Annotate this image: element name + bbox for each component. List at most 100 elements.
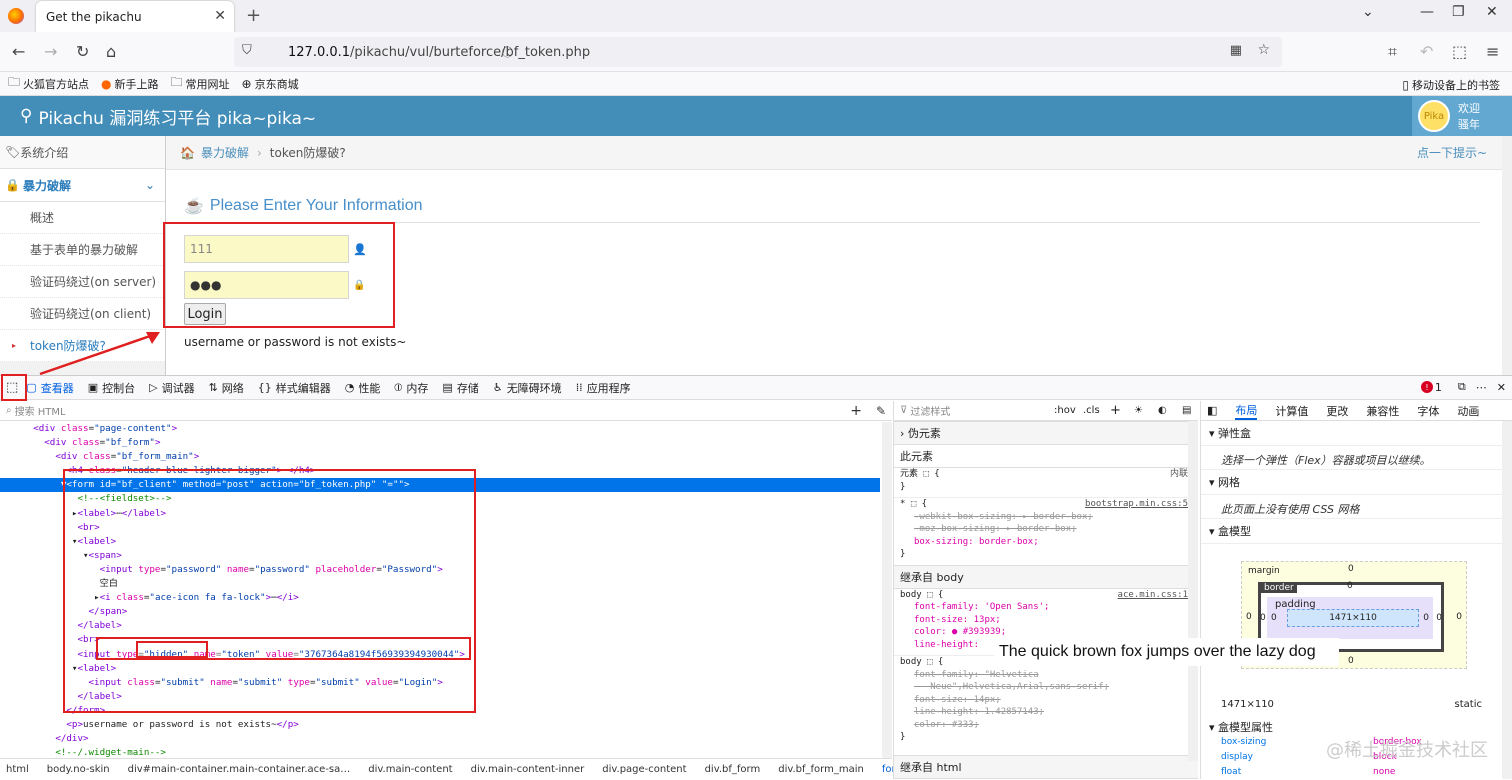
light-mode-icon[interactable]: ☀ bbox=[1134, 405, 1143, 416]
caret-down-icon: ▾ bbox=[1209, 525, 1219, 538]
add-node-icon[interactable]: + bbox=[850, 403, 862, 419]
tab-application[interactable]: ⁞⁞ 应用程序 bbox=[576, 380, 631, 396]
console-icon: ▣ bbox=[87, 381, 99, 394]
dark-mode-icon[interactable]: ◐ bbox=[1158, 405, 1167, 416]
markup-line[interactable]: <div class="page-content"> bbox=[0, 422, 880, 436]
tab-style-editor[interactable]: {} 样式编辑器 bbox=[258, 380, 331, 396]
tab-inspector[interactable]: ▢ 查看器 bbox=[26, 380, 73, 396]
css-declaration[interactable]: font-size: 13px; bbox=[894, 614, 1198, 627]
box-prop-name: box-sizing bbox=[1221, 737, 1267, 747]
add-rule-icon[interactable]: + bbox=[1110, 403, 1121, 418]
html-search-input[interactable]: 搜索 HTML bbox=[15, 403, 66, 418]
rule-close: } bbox=[900, 481, 906, 492]
node-breadcrumb-item[interactable]: div.main-content bbox=[368, 764, 452, 775]
border-right-value[interactable]: 0 bbox=[1436, 613, 1442, 623]
tab-computed[interactable]: 计算值 bbox=[1275, 403, 1308, 419]
node-breadcrumb-item[interactable]: div.main-content-inner bbox=[471, 764, 585, 775]
element-rule[interactable]: 元素 ⬚ {内联 bbox=[894, 468, 1198, 481]
border-label: border bbox=[1261, 583, 1297, 593]
inherited-html-title: 继承自 html bbox=[894, 755, 1198, 779]
filter-styles[interactable]: ⊽ 过滤样式 :hov .cls + ☀ ◐ ▤ bbox=[894, 401, 1198, 421]
content-box[interactable]: 1471×110 bbox=[1287, 609, 1419, 627]
body-rule[interactable]: body ⬚ {ace.min.css:1 bbox=[894, 589, 1198, 602]
close-devtools-icon[interactable]: ✕ bbox=[1497, 381, 1506, 394]
node-breadcrumb-item[interactable]: div.bf_form bbox=[705, 764, 761, 775]
css-declaration[interactable]: font-size: 14px; bbox=[894, 694, 1198, 707]
rule-source-link[interactable]: ace.min.css:1 bbox=[1118, 589, 1188, 602]
tab-console[interactable]: ▣ 控制台 bbox=[88, 380, 135, 396]
css-declaration[interactable]: line-height: 1.42857143; bbox=[894, 706, 1198, 719]
filter-icon: ⊽ bbox=[900, 405, 908, 416]
devtools-toolbar: ⬚ ▢ 查看器 ▣ 控制台 ▷ 调试器 ⇅ 网络 {} 样式编辑器 ◔ 性能 ⦶ 内存 ▤ 存储… bbox=[0, 375, 1512, 400]
markup-line[interactable]: <div class="bf_form_main"> bbox=[0, 450, 880, 464]
layout-pane: ◧ 布局 计算值 更改 兼容性 字体 动画 ▾ 弹性盒 选择一个弹性（Flex）… bbox=[1200, 401, 1512, 779]
tab-performance[interactable]: ◔ 性能 bbox=[345, 380, 381, 396]
border-top-value[interactable]: 0 bbox=[1347, 581, 1353, 591]
rule-source-link[interactable]: bootstrap.min.css:5 bbox=[1085, 498, 1188, 511]
eyedropper-icon[interactable]: ✎ bbox=[876, 404, 886, 418]
tab-memory[interactable]: ⦶ 内存 bbox=[394, 380, 428, 396]
dock-icon[interactable]: ⧉ bbox=[1458, 380, 1466, 394]
tab-compat[interactable]: 兼容性 bbox=[1366, 403, 1399, 419]
print-icon[interactable]: ▤ bbox=[1182, 405, 1191, 416]
form-highlight-box bbox=[63, 469, 476, 713]
markup-line[interactable]: <p>username or password is not exists~</… bbox=[0, 718, 880, 732]
border-left-value[interactable]: 0 bbox=[1260, 613, 1266, 623]
box-model-section[interactable]: ▾ 盒模型 bbox=[1201, 519, 1512, 544]
css-declaration[interactable]: font-family: "Helvetica bbox=[894, 669, 1198, 682]
inspector-icon: ▢ bbox=[26, 381, 37, 394]
filter-styles-input[interactable]: 过滤样式 bbox=[910, 403, 950, 418]
tab-fonts[interactable]: 字体 bbox=[1417, 403, 1439, 419]
css-declaration[interactable]: color: #333; bbox=[894, 719, 1198, 732]
annotation-arrow-line bbox=[39, 332, 157, 376]
tab-layout[interactable]: 布局 bbox=[1235, 402, 1258, 420]
flexbox-section[interactable]: ▾ 弹性盒 bbox=[1201, 421, 1512, 446]
margin-top-value[interactable]: 0 bbox=[1348, 564, 1354, 574]
tab-network[interactable]: ⇅ 网络 bbox=[209, 380, 244, 396]
this-element-title: 此元素 bbox=[894, 445, 1198, 468]
hov-toggle[interactable]: :hov bbox=[1054, 405, 1076, 416]
margin-bottom-value[interactable]: 0 bbox=[1348, 656, 1354, 666]
css-declaration[interactable]: font-family: 'Open Sans'; bbox=[894, 601, 1198, 614]
tab-accessibility[interactable]: ♿ 无障碍环境 bbox=[493, 380, 562, 396]
markup-scrollbar[interactable] bbox=[882, 422, 892, 758]
node-breadcrumb-item[interactable]: html bbox=[6, 764, 29, 775]
universal-rule[interactable]: * ⬚ {bootstrap.min.css:5 bbox=[894, 497, 1198, 511]
node-breadcrumb-item[interactable]: body.no-skin bbox=[47, 764, 110, 775]
html-search[interactable]: ⌕ 搜索 HTML + ✎ bbox=[0, 401, 892, 421]
grid-section[interactable]: ▾ 网格 bbox=[1201, 470, 1512, 495]
css-declaration[interactable]: box-sizing: border-box; bbox=[894, 536, 1198, 549]
markup-line[interactable]: <!--/.widget-main--> bbox=[0, 746, 880, 758]
picker-highlight-box bbox=[1, 374, 27, 401]
caret-down-icon: ▾ bbox=[1209, 427, 1219, 440]
node-breadcrumb-item[interactable]: div#main-container.main-container.ace-sa… bbox=[128, 764, 351, 775]
css-declaration[interactable]: -moz-box-sizing: ▸ border-box; bbox=[894, 523, 1198, 536]
padding-right-value[interactable]: 0 bbox=[1423, 613, 1429, 623]
pseudo-elements-section[interactable]: › 伪元素 bbox=[894, 421, 1198, 445]
css-declaration[interactable]: -webkit-box-sizing: ▸ border-box; bbox=[894, 511, 1198, 524]
markup-line[interactable]: </div> bbox=[0, 732, 880, 746]
node-breadcrumb-item[interactable]: div.bf_form_main bbox=[778, 764, 864, 775]
box-props-list: box-sizing display float bbox=[1221, 735, 1266, 780]
node-breadcrumb-item[interactable]: div.page-content bbox=[602, 764, 686, 775]
css-declaration[interactable]: color: ● #393939; bbox=[894, 626, 1198, 639]
padding-left-value[interactable]: 0 bbox=[1271, 613, 1277, 623]
caret-down-icon: ▾ bbox=[1209, 721, 1219, 734]
tab-debugger[interactable]: ▷ 调试器 bbox=[149, 380, 194, 396]
error-icon[interactable]: ! bbox=[1420, 381, 1433, 393]
more-icon[interactable]: ⋯ bbox=[1476, 381, 1487, 394]
margin-right-value[interactable]: 0 bbox=[1456, 612, 1462, 622]
cls-toggle[interactable]: .cls bbox=[1083, 405, 1100, 416]
box-prop-value[interactable]: none bbox=[1373, 765, 1422, 780]
css-declaration[interactable]: Neue",Helvetica,Arial,sans-serif; bbox=[894, 681, 1198, 694]
tab-changes[interactable]: 更改 bbox=[1326, 403, 1348, 419]
sidebar-toggle-icon[interactable]: ◧ bbox=[1207, 404, 1217, 417]
rules-scrollbar[interactable] bbox=[1188, 421, 1198, 761]
tab-storage[interactable]: ▤ 存储 bbox=[442, 380, 478, 396]
layout-scrollbar[interactable] bbox=[1502, 421, 1512, 779]
margin-left-value[interactable]: 0 bbox=[1246, 612, 1252, 622]
memory-icon: ⦶ bbox=[394, 380, 403, 394]
markup-line[interactable]: <div class="bf_form"> bbox=[0, 436, 880, 450]
tab-animations[interactable]: 动画 bbox=[1457, 403, 1479, 419]
grid-description: 此页面上没有使用 CSS 网格 bbox=[1201, 495, 1512, 519]
